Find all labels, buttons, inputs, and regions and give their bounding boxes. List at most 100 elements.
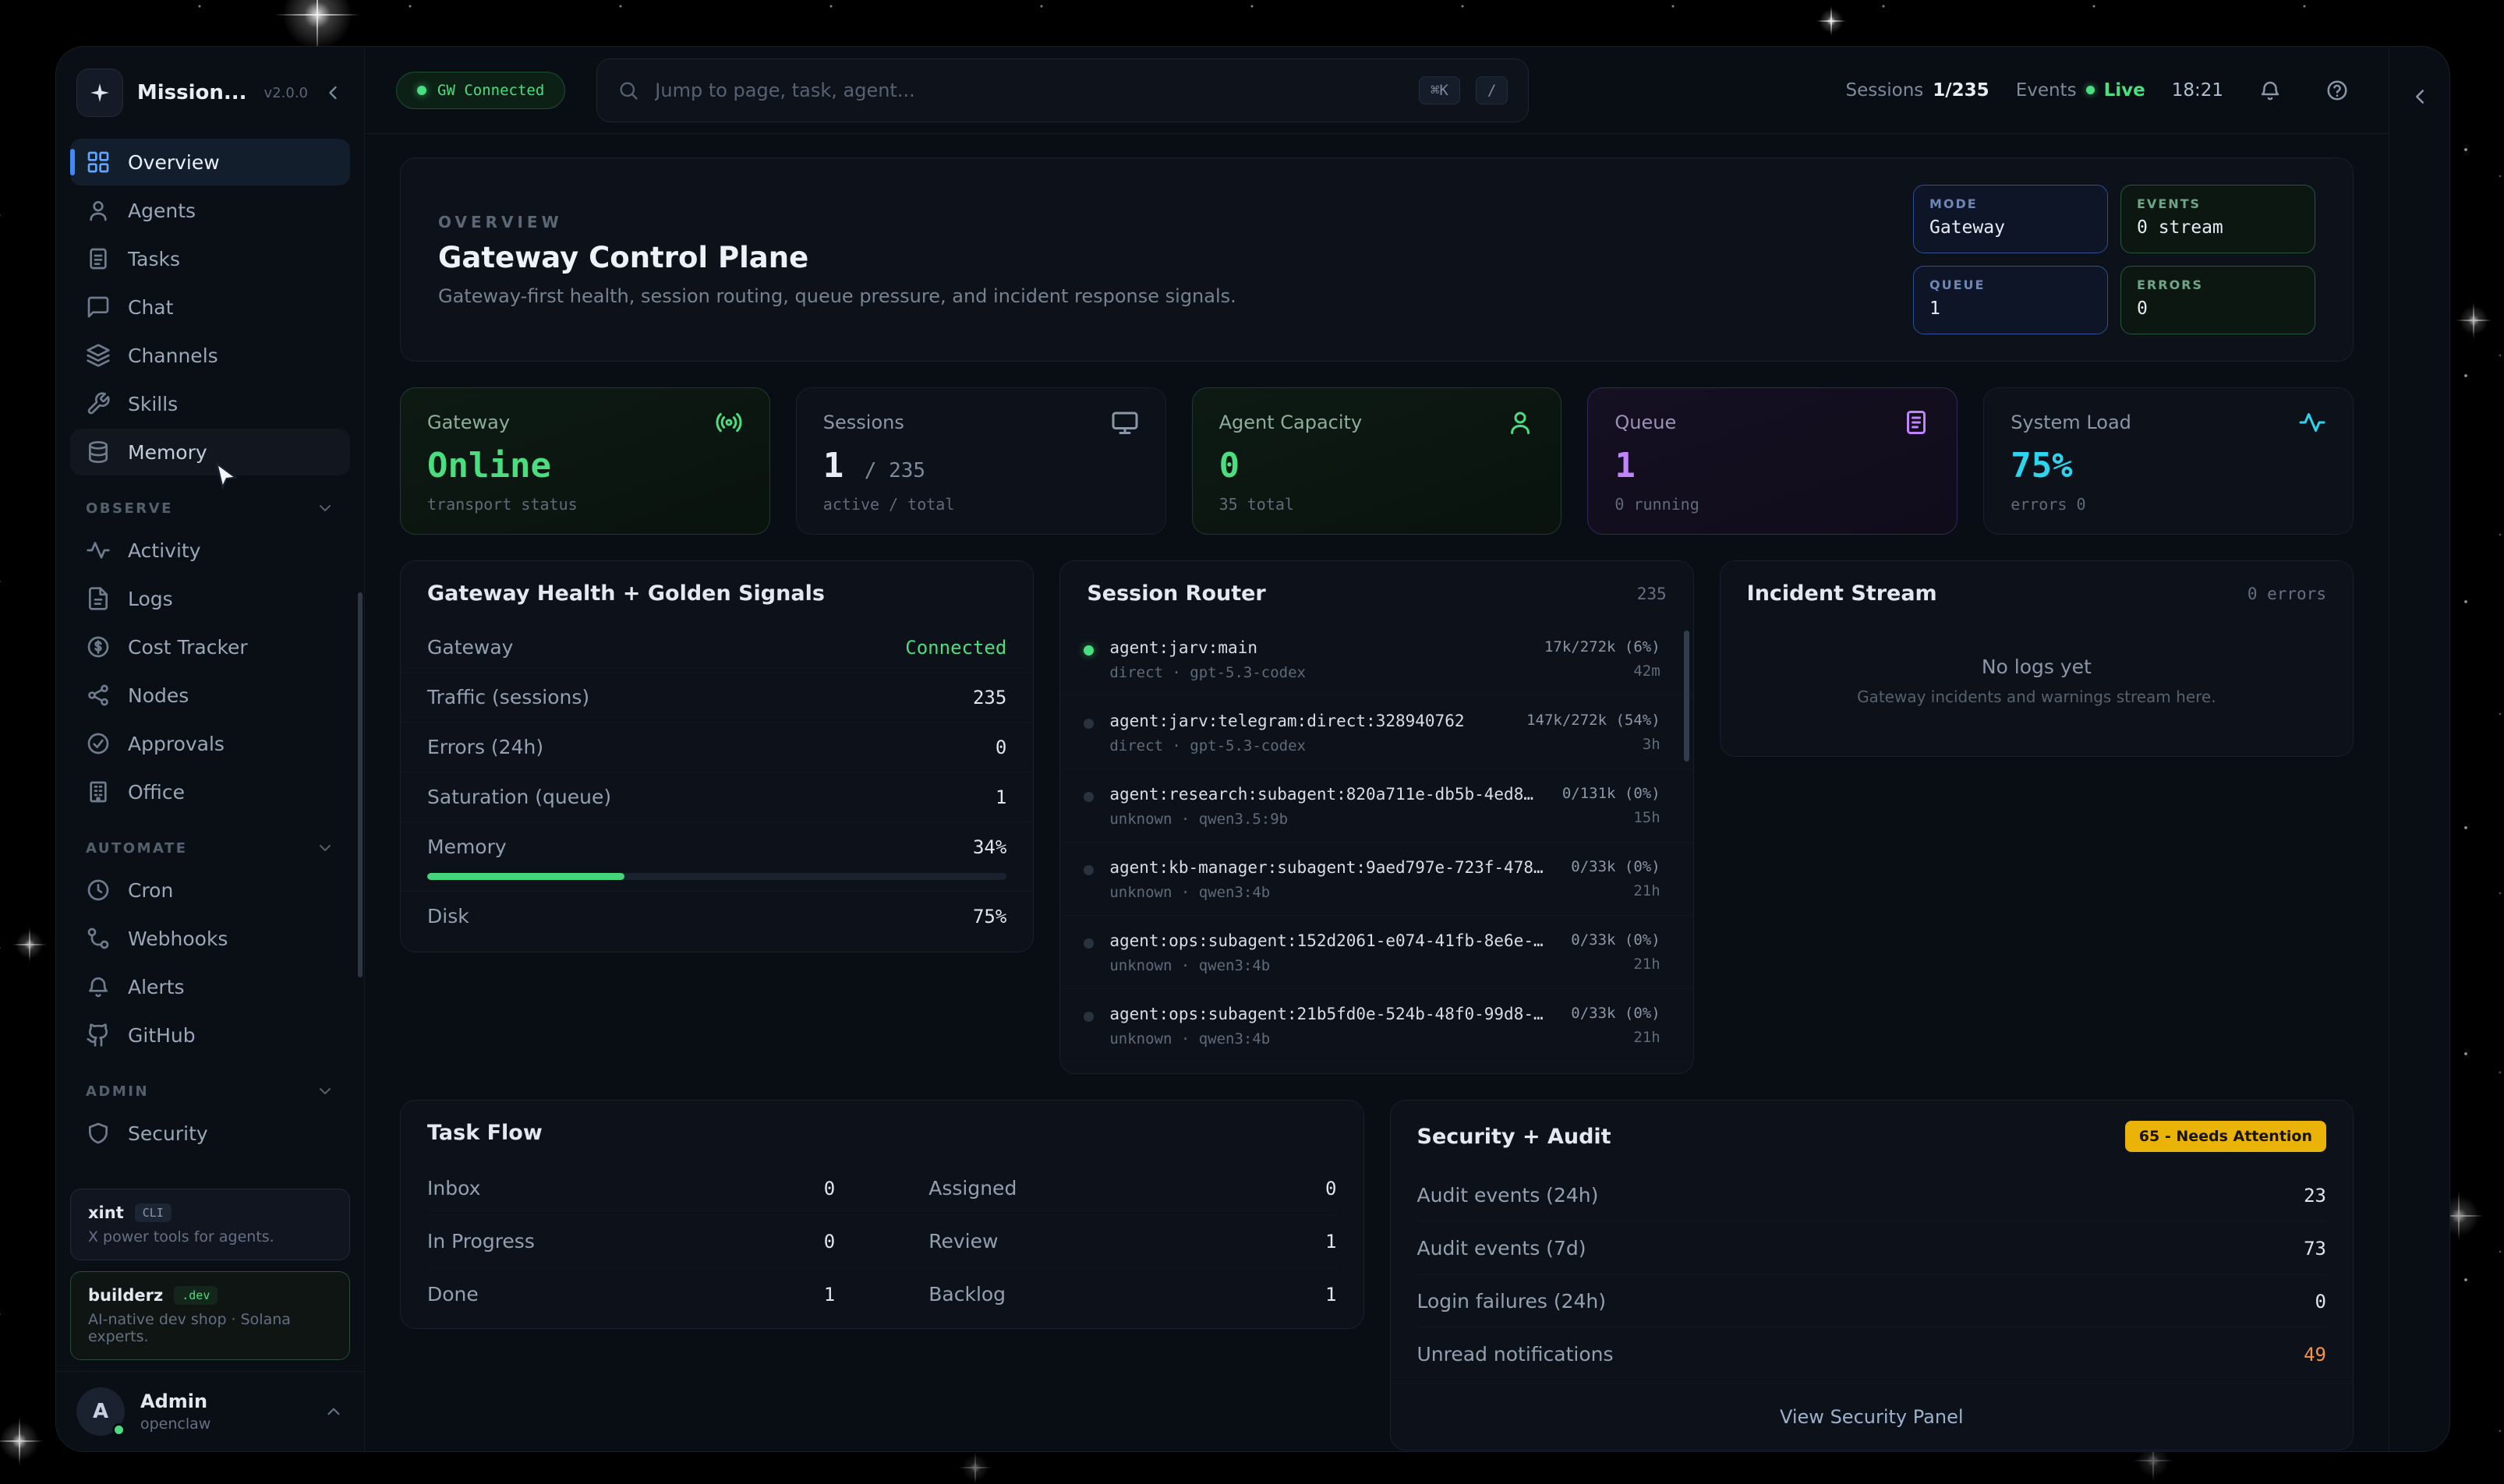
sidebar-section-automate[interactable]: AUTOMATE — [70, 817, 350, 867]
notifications-button[interactable] — [2250, 70, 2290, 111]
kpi-value: 1 — [823, 446, 844, 486]
sidebar-item-agents[interactable]: Agents — [70, 187, 350, 234]
security-row: Login failures (24h) 0 — [1417, 1274, 2327, 1327]
sidebar-item-skills[interactable]: Skills — [70, 380, 350, 427]
session-row[interactable]: agent:ops:subagent:21b5fd0e-524b-48f0-99… — [1060, 988, 1692, 1062]
activity-pulse-icon — [86, 538, 111, 563]
right-panel-collapse-button[interactable] — [2400, 76, 2440, 117]
kpi-subtext: transport status — [427, 495, 743, 514]
session-row[interactable]: agent:ops:subagent:152d2061-e074-41fb-8e… — [1060, 915, 1692, 988]
health-value: 34% — [973, 836, 1006, 858]
chevron-down-icon — [316, 839, 334, 857]
taskflow-value: 0 — [824, 1231, 835, 1253]
section-label: OBSERVE — [86, 500, 173, 517]
agent-name: agent:jarv:main — [1109, 638, 1529, 657]
sidebar-item-approvals[interactable]: Approvals — [70, 720, 350, 767]
sidebar-item-label: Logs — [128, 588, 173, 610]
chip-mode: MODE Gateway — [1913, 185, 2108, 253]
layers-icon — [86, 343, 111, 368]
kpi-agent-capacity: Agent Capacity 0 35 total — [1192, 387, 1562, 535]
sidebar-item-label: Office — [128, 781, 185, 804]
chat-bubble-icon — [86, 295, 111, 320]
sidebar-item-memory[interactable]: Memory — [70, 429, 350, 475]
gateway-status-pill[interactable]: GW Connected — [396, 72, 565, 109]
last-active: 21h — [1571, 882, 1660, 899]
taskflow-row: In Progress 0 Review 1 — [427, 1214, 1337, 1267]
promo-card-builderz[interactable]: builderz .dev AI-native dev shop · Solan… — [70, 1271, 350, 1360]
view-security-panel-button[interactable]: View Security Panel — [1391, 1383, 2354, 1450]
sidebar-item-label: GitHub — [128, 1024, 196, 1047]
activity-pulse-icon — [2298, 408, 2326, 436]
sidebar-item-label: Memory — [128, 441, 207, 464]
promo-badge: .dev — [174, 1286, 218, 1305]
security-value: 23 — [2304, 1185, 2326, 1207]
sidebar-item-webhooks[interactable]: Webhooks — [70, 915, 350, 962]
star-sparkle — [0, 1417, 44, 1465]
sidebar-section-admin[interactable]: ADMIN — [70, 1060, 350, 1110]
sidebar-item-label: Skills — [128, 393, 178, 415]
sidebar-item-logs[interactable]: Logs — [70, 575, 350, 622]
star-sparkle — [1816, 6, 1846, 36]
help-circle-icon — [2325, 79, 2349, 102]
section-label: ADMIN — [86, 1083, 149, 1100]
health-label: Gateway — [427, 636, 513, 659]
agent-model: direct · gpt-5.3-codex — [1109, 737, 1511, 754]
security-row: Audit events (24h) 23 — [1417, 1169, 2327, 1221]
chip-value: 0 — [2137, 299, 2299, 319]
status-dot — [1084, 719, 1094, 729]
kpi-value: 0 — [1219, 446, 1535, 486]
sidebar-item-label: Webhooks — [128, 928, 228, 950]
sidebar-item-office[interactable]: Office — [70, 768, 350, 815]
promo-description: X power tools for agents. — [88, 1228, 332, 1246]
sidebar-collapse-button[interactable] — [322, 82, 344, 104]
sidebar-item-cron[interactable]: Cron — [70, 867, 350, 913]
sidebar-item-overview[interactable]: Overview — [70, 139, 350, 186]
empty-state-subtitle: Gateway incidents and warnings stream he… — [1744, 687, 2329, 706]
sidebar-section-observe[interactable]: OBSERVE — [70, 477, 350, 527]
sidebar-item-channels[interactable]: Channels — [70, 332, 350, 379]
security-label: Unread notifications — [1417, 1343, 1614, 1366]
sidebar-item-activity[interactable]: Activity — [70, 527, 350, 574]
token-usage: 0/33k (0%) — [1571, 931, 1660, 949]
sidebar-item-security[interactable]: Security — [70, 1110, 350, 1157]
session-row[interactable]: agent:jarv:telegram:direct:328940762 dir… — [1060, 695, 1692, 768]
session-row[interactable]: agent:kb-manager:subagent:9aed797e-723f-… — [1060, 842, 1692, 915]
sidebar-item-label: Tasks — [128, 248, 180, 270]
sidebar-item-cost-tracker[interactable]: Cost Tracker — [70, 624, 350, 670]
health-label: Memory — [427, 836, 507, 858]
bell-icon — [2258, 79, 2282, 102]
shield-icon — [86, 1121, 111, 1146]
chevron-left-icon — [2408, 85, 2431, 108]
panel-title: Gateway Health + Golden Signals — [427, 581, 825, 606]
session-list-scrollbar-thumb[interactable] — [1684, 631, 1689, 761]
page-subtitle: Gateway-first health, session routing, q… — [438, 285, 1236, 307]
sidebar-scrollbar-thumb[interactable] — [358, 592, 363, 977]
user-org: openclaw — [140, 1415, 210, 1433]
sidebar-item-label: Cost Tracker — [128, 636, 248, 659]
building-icon — [86, 779, 111, 804]
sidebar-item-label: Activity — [128, 539, 201, 562]
user-menu[interactable]: A Admin openclaw — [56, 1371, 364, 1451]
session-list: agent:jarv:main direct · gpt-5.3-codex 1… — [1060, 623, 1692, 1073]
sidebar-item-nodes[interactable]: Nodes — [70, 672, 350, 719]
session-row[interactable]: agent:jarv:main direct · gpt-5.3-codex 1… — [1060, 623, 1692, 695]
promo-card-xint[interactable]: xint CLI X power tools for agents. — [70, 1189, 350, 1260]
broadcast-icon — [715, 408, 743, 436]
content-area: OVERVIEW Gateway Control Plane Gateway-f… — [365, 134, 2389, 1451]
session-row[interactable]: agent:… — [1060, 1062, 1692, 1073]
sidebar-item-tasks[interactable]: Tasks — [70, 235, 350, 282]
kpi-title: System Load — [2011, 412, 2131, 433]
help-button[interactable] — [2317, 70, 2357, 111]
search-input[interactable] — [655, 80, 1403, 101]
health-value: 235 — [973, 687, 1006, 708]
taskflow-value: 0 — [824, 1178, 835, 1200]
sidebar-item-chat[interactable]: Chat — [70, 284, 350, 330]
sidebar-item-github[interactable]: GitHub — [70, 1012, 350, 1058]
session-row[interactable]: agent:research:subagent:820a711e-db5b-4e… — [1060, 768, 1692, 842]
app-version: v2.0.0 — [264, 85, 308, 101]
global-search: ⌘K / — [596, 58, 1529, 122]
online-status-dot — [112, 1423, 126, 1436]
sidebar-item-alerts[interactable]: Alerts — [70, 963, 350, 1010]
agent-model: unknown · qwen3.5:9b — [1109, 811, 1546, 828]
avatar: A — [76, 1387, 125, 1436]
